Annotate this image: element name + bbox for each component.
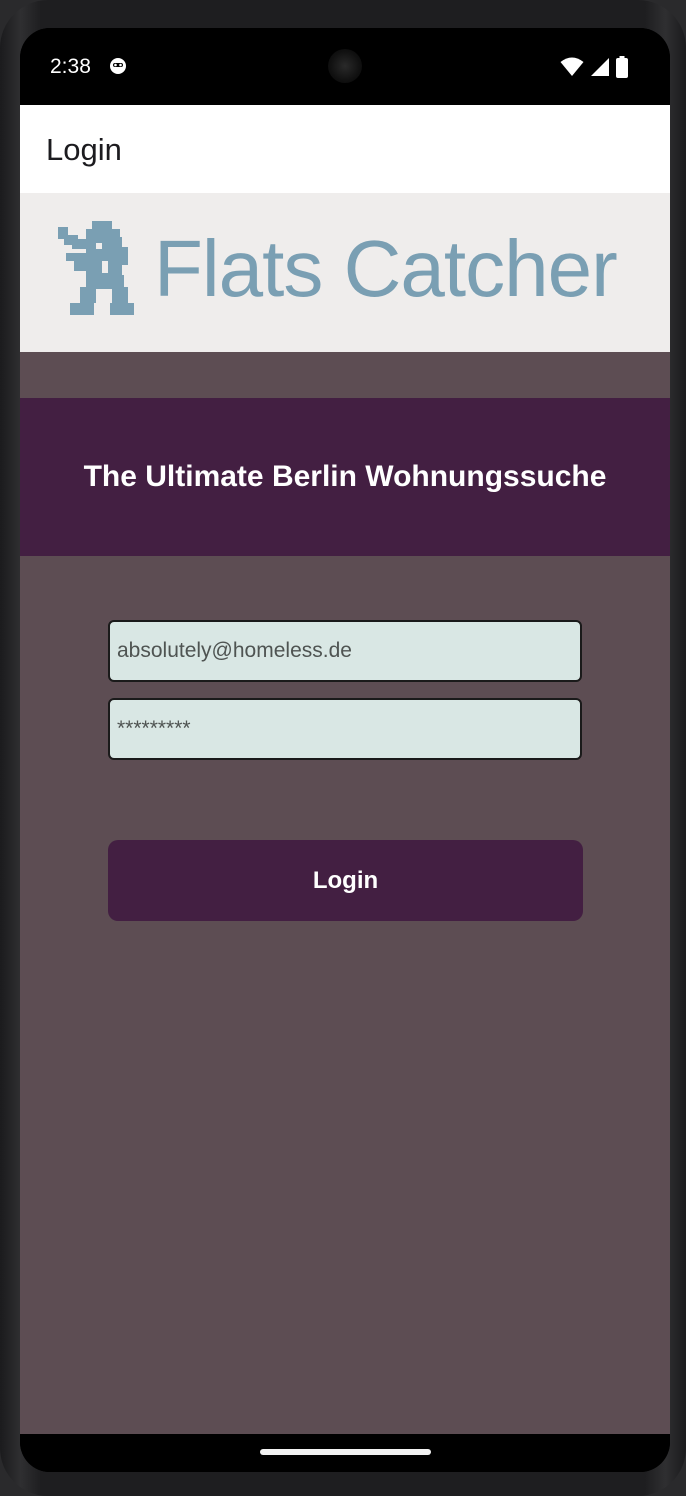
login-button-label: Login [312, 866, 379, 894]
app-bar: Login [20, 105, 670, 193]
cellular-signal-icon [591, 58, 609, 76]
logo-banner: Flats Catcher [20, 193, 670, 352]
phone-frame: 2:38 Login Flats Catcher The Ultimate Be… [0, 0, 686, 1496]
front-camera [328, 49, 362, 83]
face-icon [110, 58, 126, 74]
screen: 2:38 Login Flats Catcher The Ultimate Be… [20, 28, 670, 1472]
status-time: 2:38 [50, 55, 91, 78]
logo-text: Flats Catcher [154, 224, 618, 313]
navigation-bar [20, 1434, 670, 1472]
email-field[interactable]: absolutely@homeless.de [108, 620, 582, 682]
home-indicator[interactable] [260, 1449, 431, 1455]
battery-icon [616, 56, 628, 78]
tagline: The Ultimate Berlin Wohnungssuche [83, 460, 607, 493]
wifi-icon [560, 57, 584, 76]
status-icons [560, 56, 628, 78]
password-field[interactable]: ********* [108, 698, 582, 760]
berlin-bear-icon [58, 221, 134, 315]
page-title: Login [46, 132, 122, 167]
status-bar: 2:38 [20, 28, 670, 105]
login-content: The Ultimate Berlin Wohnungssuche absolu… [20, 352, 670, 1434]
login-button[interactable]: Login [108, 840, 583, 921]
tagline-band: The Ultimate Berlin Wohnungssuche [20, 398, 670, 556]
